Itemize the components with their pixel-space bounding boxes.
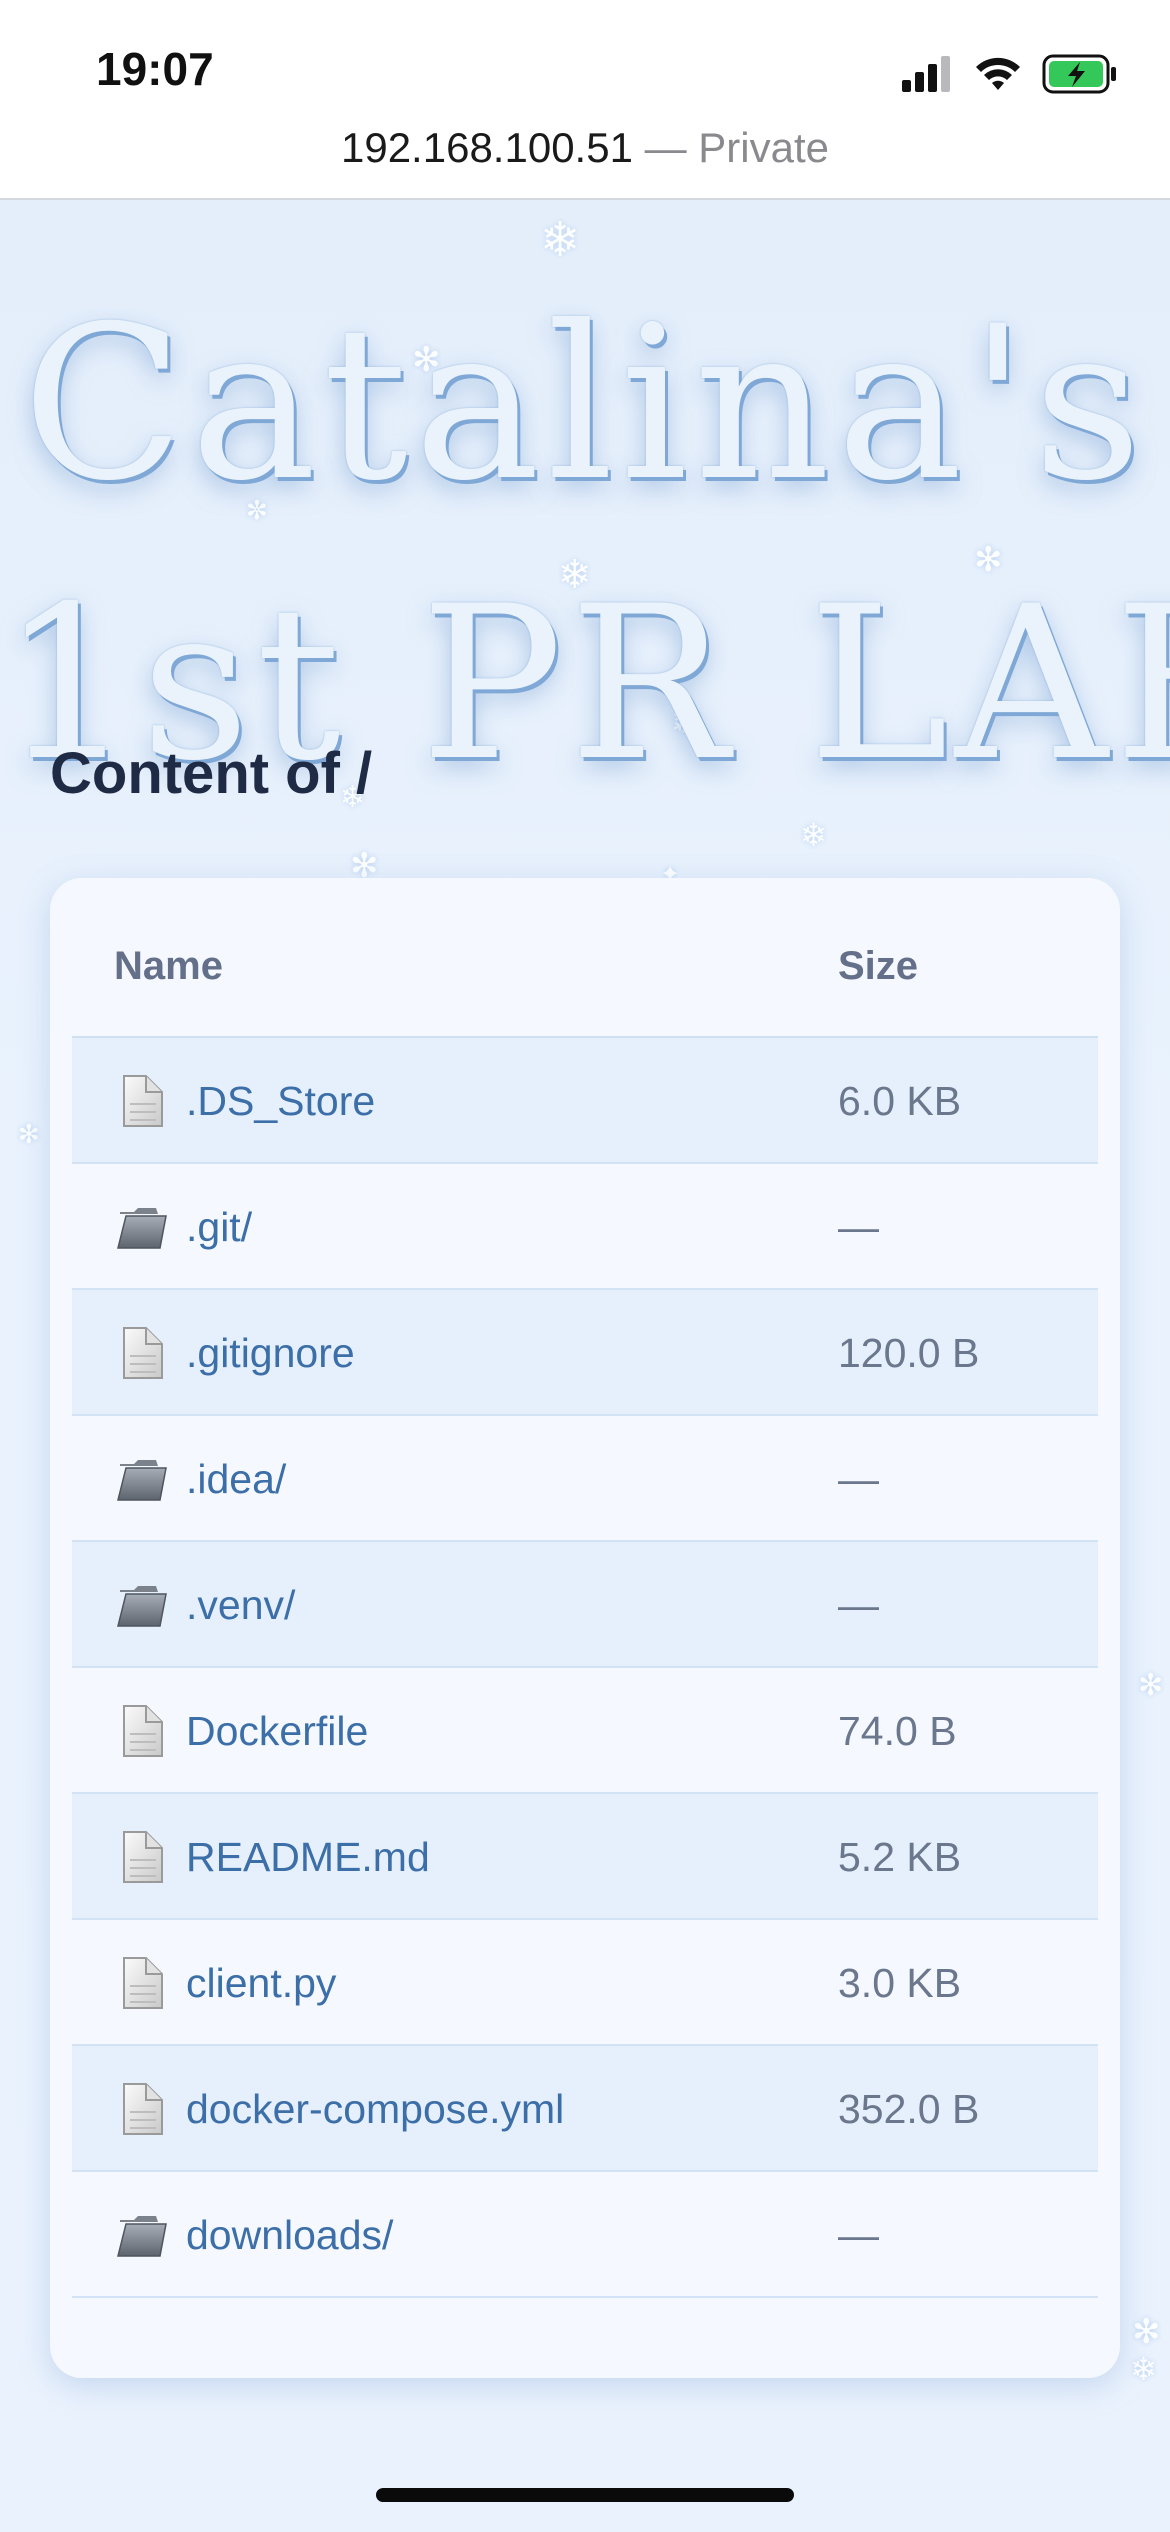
- snowflake-icon: ✻: [1138, 1668, 1164, 1703]
- folder-icon: [116, 1200, 168, 1254]
- file-size: —: [838, 2212, 879, 2258]
- url-host: 192.168.100.51: [340, 124, 633, 171]
- file-link[interactable]: Dockerfile: [186, 1708, 368, 1755]
- page-title-line-1: Catalina's: [22, 280, 1148, 527]
- table-row: .gitignore 120.0 B: [72, 1290, 1098, 1416]
- column-header-name[interactable]: Name: [114, 944, 223, 989]
- snowflake-icon: ✻: [18, 1120, 40, 1150]
- file-size: 3.0 KB: [838, 1960, 962, 2006]
- file-link[interactable]: docker-compose.yml: [186, 2086, 564, 2133]
- table-row: docker-compose.yml 352.0 B: [72, 2046, 1098, 2172]
- folder-link[interactable]: .git/: [186, 1204, 252, 1251]
- folder-icon: [116, 2208, 168, 2262]
- battery-charging-icon: [1042, 54, 1116, 94]
- file-size: 120.0 B: [838, 1330, 980, 1376]
- file-icon: [116, 1704, 168, 1758]
- folder-icon: [116, 1578, 168, 1632]
- home-indicator[interactable]: [376, 2488, 794, 2502]
- signal-icon: [902, 56, 950, 92]
- folder-link[interactable]: .idea/: [186, 1456, 286, 1503]
- table-row: .venv/ —: [72, 1542, 1098, 1668]
- file-link[interactable]: client.py: [186, 1960, 336, 2007]
- file-listing-table: Name Size .DS_Store 6.0 KB .git/ — .gitignor…: [50, 878, 1120, 2378]
- table-row: downloads/ —: [72, 2172, 1098, 2298]
- folder-link[interactable]: downloads/: [186, 2212, 393, 2259]
- folder-link[interactable]: .venv/: [186, 1582, 295, 1629]
- file-size: —: [838, 1582, 879, 1628]
- table-row: README.md 5.2 KB: [72, 1794, 1098, 1920]
- folder-icon: [116, 1452, 168, 1506]
- file-size: 6.0 KB: [838, 1078, 962, 1124]
- status-time: 19:07: [96, 43, 214, 95]
- snowflake-icon: ❄: [540, 212, 581, 268]
- column-header-size[interactable]: Size: [838, 944, 918, 989]
- status-bar: 19:07 192.168.100.51 — Private: [0, 0, 1170, 200]
- file-icon: [116, 1830, 168, 1884]
- file-icon: [116, 1956, 168, 2010]
- table-row: .idea/ —: [72, 1416, 1098, 1542]
- table-row: Dockerfile 74.0 B: [72, 1668, 1098, 1794]
- status-icons: [902, 52, 1118, 96]
- wifi-icon: [976, 57, 1020, 90]
- snowflake-icon: ❄: [800, 816, 827, 854]
- table-header: Name Size: [72, 878, 1098, 1038]
- table-row: .DS_Store 6.0 KB: [72, 1038, 1098, 1164]
- file-size: 5.2 KB: [838, 1834, 962, 1880]
- file-size: 352.0 B: [838, 2086, 980, 2132]
- address-bar[interactable]: 192.168.100.51 — Private: [0, 124, 1170, 172]
- file-size: —: [838, 1456, 879, 1502]
- file-link[interactable]: .DS_Store: [186, 1078, 375, 1125]
- directory-heading: Content of /: [50, 741, 373, 806]
- snowflake-icon: ✻: [1132, 2312, 1161, 2352]
- private-label: — Private: [644, 124, 829, 171]
- file-link[interactable]: .gitignore: [186, 1330, 355, 1377]
- table-row: client.py 3.0 KB: [72, 1920, 1098, 2046]
- file-size: 74.0 B: [838, 1708, 957, 1754]
- file-link[interactable]: README.md: [186, 1834, 430, 1881]
- file-size: —: [838, 1204, 879, 1250]
- table-row: .git/ —: [72, 1164, 1098, 1290]
- file-icon: [116, 1326, 168, 1380]
- file-icon: [116, 2082, 168, 2136]
- file-icon: [116, 1074, 168, 1128]
- snowflake-icon: ❄: [1130, 2350, 1157, 2388]
